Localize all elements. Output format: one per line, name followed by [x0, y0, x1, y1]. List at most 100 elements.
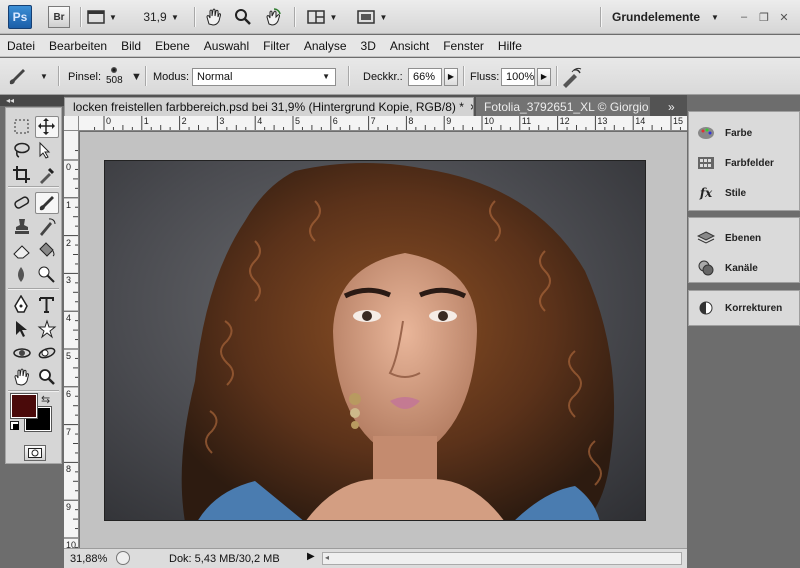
blur-tool[interactable]	[10, 264, 34, 286]
document-size-info: Dok: 5,43 MB/30,2 MB	[169, 553, 280, 565]
chevron-down-icon: ▼	[109, 12, 117, 22]
path-select-tool[interactable]	[10, 318, 34, 340]
pen-tool[interactable]	[10, 294, 34, 316]
menu-ansicht[interactable]: Ansicht	[390, 39, 429, 53]
airbrush-button[interactable]	[560, 58, 582, 95]
scroll-left-icon: ◂	[325, 553, 330, 562]
brush-picker[interactable]: 508	[106, 58, 123, 95]
status-menu-icon[interactable]	[116, 551, 130, 565]
menu-auswahl[interactable]: Auswahl	[204, 39, 249, 53]
panel-kanaele[interactable]: Kanäle	[697, 256, 758, 280]
panel-farbe[interactable]: Farbe	[697, 121, 752, 145]
3d-orbit-tool[interactable]	[35, 342, 59, 364]
panel-ebenen[interactable]: Ebenen	[697, 226, 761, 250]
arrange-documents-button[interactable]: ▼	[302, 5, 342, 29]
hand-tool[interactable]	[10, 366, 34, 388]
menu-ebene[interactable]: Ebene	[155, 39, 190, 53]
lasso-icon	[14, 142, 30, 158]
tab-second-document[interactable]: Fotolia_3792651_XL © Giorgio G	[476, 97, 650, 116]
brush-tool[interactable]	[35, 192, 59, 214]
menu-fenster[interactable]: Fenster	[443, 39, 484, 53]
menu-hilfe[interactable]: Hilfe	[498, 39, 522, 53]
blend-mode-select[interactable]: Normal ▼	[192, 58, 336, 95]
rotate-hand-icon	[266, 8, 281, 26]
horizontal-scrollbar[interactable]: ◂	[322, 552, 682, 565]
zoom-field[interactable]: 31,88%	[70, 553, 107, 565]
screen-mode-button[interactable]: ▼	[352, 5, 392, 29]
panel-label: Korrekturen	[725, 302, 783, 314]
adjustments-icon	[699, 301, 713, 315]
swap-colors-icon[interactable]: ⇆	[41, 393, 50, 406]
ruler-label: 3	[66, 275, 72, 286]
eraser-tool[interactable]	[10, 240, 34, 262]
toolbar-collapse-strip[interactable]: ◂◂	[0, 95, 64, 106]
menu-3d[interactable]: 3D	[361, 39, 376, 53]
zoom-level-display[interactable]: 31,9	[138, 5, 172, 29]
hand-icon	[14, 368, 30, 386]
quick-select-tool[interactable]	[35, 140, 59, 162]
eyedropper-tool[interactable]	[35, 164, 59, 186]
panel-stile[interactable]: fx Stile	[697, 181, 746, 205]
panel-group-color: Farbe Farbfelder fx Stile	[688, 111, 800, 211]
restore-button[interactable]: ❐	[756, 5, 772, 29]
ruler-label: 7	[370, 116, 376, 126]
menu-datei[interactable]: Datei	[7, 39, 35, 53]
ruler-label: 0	[106, 116, 112, 126]
hand-tool-button[interactable]	[202, 5, 224, 29]
brush-size: 508	[106, 75, 123, 86]
shape-tool[interactable]	[35, 318, 59, 340]
status-arrow-icon[interactable]: ▶	[307, 551, 317, 566]
dodge-tool[interactable]	[35, 264, 59, 286]
3d-rotate-tool[interactable]	[10, 342, 34, 364]
tool-preset-picker[interactable]: ▼	[6, 58, 48, 95]
bridge-button[interactable]: Br	[48, 6, 70, 28]
default-colors-icon[interactable]	[10, 421, 19, 430]
swatches-icon	[698, 157, 714, 169]
tabs-overflow-button[interactable]: »	[662, 97, 686, 116]
opacity-field[interactable]: 66% ▶	[408, 58, 458, 95]
paint-bucket-tool[interactable]	[35, 240, 59, 262]
document-image[interactable]	[104, 160, 646, 521]
workspace-switcher[interactable]: Grundelemente	[612, 5, 722, 29]
ruler-label: 10	[66, 540, 77, 548]
chevron-down-icon: ▼	[322, 72, 330, 81]
zoom-tool[interactable]	[35, 366, 59, 388]
menu-bild[interactable]: Bild	[121, 39, 141, 53]
flow-field[interactable]: 100% ▶	[501, 58, 551, 95]
rotate-view-button[interactable]	[262, 5, 284, 29]
close-tab-icon[interactable]: ×	[470, 100, 473, 114]
ruler-label: 15	[673, 116, 684, 126]
chevron-down-icon[interactable]: ▼	[170, 5, 180, 29]
hand-icon	[206, 8, 222, 26]
panel-korrekturen[interactable]: Korrekturen	[697, 296, 782, 320]
minimize-button[interactable]: –	[736, 5, 752, 29]
panel-group-layers: Ebenen Kanäle	[688, 217, 800, 283]
menu-filter[interactable]: Filter	[263, 39, 290, 53]
vertical-ruler[interactable]: 0 1 2 3 4 5 6 7 8 9 10	[64, 131, 79, 548]
panel-farbfelder[interactable]: Farbfelder	[697, 151, 774, 175]
marquee-tool[interactable]	[10, 116, 34, 138]
tab-active-document[interactable]: locken freistellen farbbereich.psd bei 3…	[64, 97, 474, 116]
view-extras-button[interactable]: ▼	[86, 5, 118, 29]
menu-analyse[interactable]: Analyse	[304, 39, 347, 53]
quick-mask-button[interactable]	[24, 445, 46, 461]
lasso-tool[interactable]	[10, 140, 34, 162]
clone-stamp-tool[interactable]	[10, 216, 34, 238]
crop-tool[interactable]	[10, 164, 34, 186]
ruler-origin[interactable]	[64, 116, 79, 131]
spot-healing-tool[interactable]	[10, 192, 34, 214]
flow-label: Fluss:	[470, 70, 500, 83]
foreground-color-swatch[interactable]	[10, 393, 38, 419]
chevron-down-icon[interactable]: ▼	[710, 5, 720, 29]
menu-bearbeiten[interactable]: Bearbeiten	[49, 39, 107, 53]
move-tool[interactable]	[35, 116, 59, 138]
history-brush-icon	[40, 218, 56, 236]
panel-label: Kanäle	[725, 262, 758, 274]
history-brush-tool[interactable]	[35, 216, 59, 238]
type-tool[interactable]	[35, 294, 59, 316]
horizontal-ruler[interactable]: 0 1 2 3 4 5 6 7 8 9 10 11 12 13 14 15	[79, 116, 687, 131]
chevron-down-icon[interactable]: ▼	[131, 58, 142, 95]
close-button[interactable]: ✕	[776, 5, 792, 29]
zoom-tool-button[interactable]	[232, 5, 254, 29]
chevron-down-icon: ▼	[329, 12, 338, 22]
